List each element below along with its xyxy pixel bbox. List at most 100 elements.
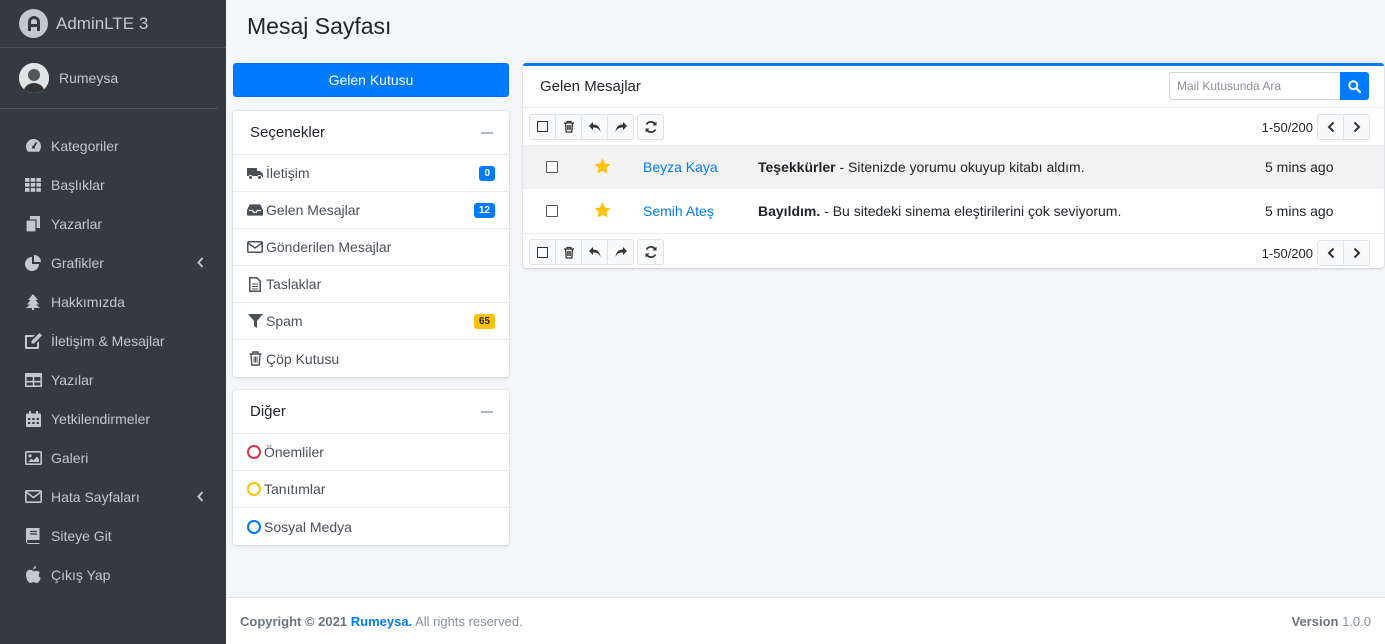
pager-text: 1-50/200 [1261, 119, 1313, 135]
label-item[interactable]: Tanıtımlar [233, 471, 509, 508]
main-sidebar: AdminLTE 3 Rumeysa Kategoriler Başlıklar Y… [0, 0, 226, 644]
mailbox-toolbar-top: 1-50/200 [523, 108, 1384, 145]
mail-search-input[interactable] [1169, 72, 1340, 100]
reply-button[interactable] [581, 113, 608, 140]
labels-card-header: Diğer [233, 390, 509, 434]
reply-button[interactable] [581, 239, 608, 265]
sidebar-item[interactable]: Yazılar [0, 360, 226, 399]
table-icon [24, 371, 42, 389]
sidebar-item[interactable]: Yetkilendirmeler [0, 399, 226, 438]
chevron-right-icon [1353, 247, 1360, 259]
mail-subject-preview: - Sitenizde yorumu okuyup kitabı aldım. [835, 159, 1085, 175]
sidebar-item[interactable]: Galeri [0, 438, 226, 477]
star-icon[interactable] [594, 202, 611, 221]
label-name: Önemliler [264, 444, 324, 460]
mail-checkbox[interactable] [546, 161, 558, 173]
folder-item[interactable]: Taslaklar [233, 266, 509, 303]
folder-label: Taslaklar [266, 276, 322, 292]
sidebar-item-label: Yazılar [51, 371, 94, 388]
next-page-button[interactable] [1343, 240, 1370, 266]
author-link[interactable]: Rumeysa. [351, 614, 412, 629]
trash-icon [563, 120, 574, 133]
folder-label: Çöp Kutusu [266, 350, 340, 367]
brand-link[interactable]: AdminLTE 3 [0, 0, 226, 48]
page-title: Mesaj Sayfası [247, 13, 392, 39]
envelope-icon [24, 488, 42, 506]
label-list: Önemliler Tanıtımlar Sosyal Medya [233, 434, 509, 545]
calendar-icon [24, 410, 42, 428]
mail-row[interactable]: Beyza Kaya Teşekkürler - Sitenizde yorumu… [523, 145, 1384, 189]
mail-subject-preview: - Bu sitedeki sinema eleştirilerini çok … [820, 203, 1122, 219]
mailbox-header: Gelen Mesajlar [523, 66, 1384, 108]
folder-count-badge: 0 [479, 166, 495, 181]
folder-item[interactable]: Gelen Mesajlar 12 [233, 192, 509, 229]
envelope-outline-icon [247, 239, 263, 255]
truck-icon [247, 165, 263, 181]
circle-icon [247, 482, 261, 496]
pager: 1-50/200 [1261, 114, 1370, 140]
folder-label: Spam [266, 313, 303, 329]
select-all-button[interactable] [529, 113, 556, 140]
folder-label: Gönderilen Mesajlar [266, 239, 392, 255]
delete-button[interactable] [555, 113, 582, 140]
copyright-text: Copyright © 2021 [240, 613, 348, 629]
folder-item[interactable]: Spam 65 [233, 303, 509, 340]
copy-icon [24, 215, 42, 233]
sidebar-item[interactable]: Hakkımızda [0, 282, 226, 321]
pie-chart-icon [24, 254, 42, 272]
mail-sender[interactable]: Semih Ateş [643, 203, 714, 219]
collapse-icon[interactable] [481, 411, 493, 413]
folder-item[interactable]: Çöp Kutusu [233, 340, 509, 377]
folders-card-header: Seçenekler [233, 111, 509, 155]
inbox-icon [247, 202, 263, 218]
sidebar-item[interactable]: Yazarlar [0, 204, 226, 243]
inbox-button[interactable]: Gelen Kutusu [233, 63, 509, 97]
mail-subject[interactable]: Bayıldım. - Bu sitedeki sinema eleştiril… [758, 203, 1121, 219]
prev-page-button[interactable] [1317, 240, 1344, 266]
sidebar-item[interactable]: İletişim & Mesajlar [0, 321, 226, 360]
folders-title: Seçenekler [250, 124, 326, 141]
select-all-button[interactable] [529, 239, 556, 265]
search-button[interactable] [1340, 72, 1369, 100]
sidebar-item[interactable]: Hata Sayfaları [0, 477, 226, 516]
sidebar-item[interactable]: Çıkış Yap [0, 555, 226, 594]
label-item[interactable]: Önemliler [233, 434, 509, 471]
reply-icon [588, 121, 600, 132]
pager-text: 1-50/200 [1261, 245, 1313, 261]
mail-sender[interactable]: Beyza Kaya [643, 159, 718, 175]
folder-count-badge: 12 [473, 203, 495, 218]
mail-subject[interactable]: Teşekkürler - Sitenizde yorumu okuyup ki… [758, 159, 1085, 175]
star-icon[interactable] [594, 158, 611, 177]
folder-item[interactable]: İletişim 0 [233, 155, 509, 192]
label-item[interactable]: Sosyal Medya [233, 508, 509, 545]
mail-search [1169, 72, 1369, 100]
folder-count-badge: 65 [473, 314, 495, 329]
edit-icon [24, 332, 42, 350]
delete-button[interactable] [555, 239, 582, 265]
next-page-button[interactable] [1343, 114, 1370, 140]
refresh-button[interactable] [637, 239, 664, 265]
mail-subject-title: Bayıldım. [758, 203, 821, 219]
refresh-button[interactable] [637, 113, 664, 140]
forward-button[interactable] [607, 239, 634, 265]
folder-item[interactable]: Gönderilen Mesajlar [233, 229, 509, 266]
folder-label: İletişim [266, 165, 310, 181]
sidebar-item[interactable]: Başlıklar [0, 165, 226, 204]
sidebar-item[interactable]: Grafikler [0, 243, 226, 282]
tree-icon [24, 293, 42, 311]
refresh-icon [645, 120, 656, 133]
mail-row[interactable]: Semih Ateş Bayıldım. - Bu sitedeki sinema… [523, 189, 1384, 233]
collapse-icon[interactable] [481, 132, 493, 134]
user-panel[interactable]: Rumeysa [0, 48, 218, 109]
content-wrapper: Mesaj Sayfası Gelen Kutusu Seçenekler İl… [226, 0, 1385, 597]
sidebar-nav: Kategoriler Başlıklar Yazarlar Grafikler Hak… [0, 109, 226, 594]
sidebar-item[interactable]: Kategoriler [0, 126, 226, 165]
forward-button[interactable] [607, 113, 634, 140]
mail-checkbox[interactable] [546, 205, 558, 217]
main-footer: Copyright © 2021 Rumeysa. All rights res… [226, 597, 1385, 644]
prev-page-button[interactable] [1317, 114, 1344, 140]
sidebar-item-label: Çıkış Yap [51, 566, 111, 583]
action-button-group [529, 113, 634, 140]
version-label: Version [1291, 613, 1339, 629]
sidebar-item[interactable]: Siteye Git [0, 516, 226, 555]
